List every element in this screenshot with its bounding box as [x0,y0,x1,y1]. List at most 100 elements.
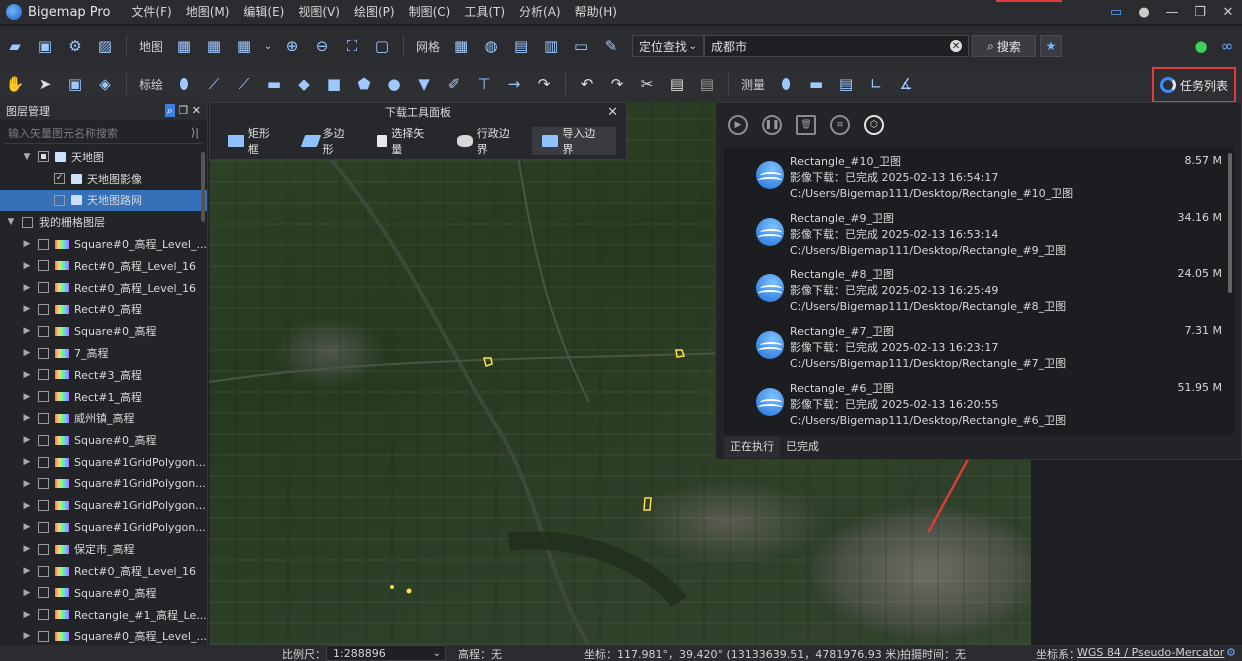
layer-checkbox[interactable] [38,456,49,468]
layer-row[interactable]: ✓ 天地图影像 [0,168,207,190]
favorite-button[interactable]: ★ [1040,35,1063,57]
scale-select[interactable]: 1:288896 ⌄ [326,645,446,661]
chevron-down-icon[interactable]: ▼ [20,152,34,162]
select-box-icon[interactable]: ▣ [64,73,86,95]
settings-gear-icon[interactable]: ⚙ [1226,646,1236,659]
chevron-right-icon[interactable]: ▶ [20,370,34,380]
admin-boundary-button[interactable]: 行政边界 [447,127,531,156]
rectangle-icon[interactable]: ▬ [263,73,285,95]
measure-point-icon[interactable]: ⬮ [775,73,797,95]
layer-checkbox[interactable] [38,325,49,337]
layer-checkbox[interactable] [38,369,49,381]
layer-checkbox[interactable] [38,303,49,315]
chevron-right-icon[interactable]: ▶ [20,501,34,511]
settings-icon[interactable]: ⬡ [864,115,884,135]
layer-checkbox[interactable] [54,194,65,206]
layer-checkbox[interactable] [38,630,49,642]
chat-icon[interactable]: ▭ [1102,5,1130,20]
menu-map[interactable]: 地图(M) [179,0,237,24]
menu-tools[interactable]: 工具(T) [457,0,512,24]
polygon-tool-button[interactable]: 多边形 [293,127,366,156]
chevron-right-icon[interactable]: ▶ [20,566,34,576]
funnel-icon[interactable]: ▼ [413,73,435,95]
measure-azimuth-icon[interactable]: ∡ [895,73,917,95]
chevron-right-icon[interactable]: ▶ [20,631,34,641]
search-input[interactable]: 成都市 ✕ [704,35,970,57]
zoom-out-icon[interactable]: ⊖ [311,35,333,57]
chevron-right-icon[interactable]: ▶ [20,261,34,271]
underline-edit-icon[interactable]: ✐ [443,73,465,95]
menu-analysis[interactable]: 分析(A) [512,0,568,24]
layer-row[interactable]: ▶ Square#0_高程 [0,582,207,604]
layer-row[interactable]: ▶ Square#0_高程_Level_... [0,233,207,255]
user-avatar-icon[interactable]: ● [1130,5,1158,20]
layer-checkbox[interactable] [38,521,49,533]
vr-icon[interactable]: ∞ [1216,35,1238,57]
tag-icon[interactable]: ◆ [293,73,315,95]
layer-row[interactable]: ▶ Rect#0_高程_Level_16 [0,560,207,582]
layer-row[interactable]: ▶ 威州镇_高程 [0,408,207,430]
chevron-down-icon[interactable]: ⌄ [263,35,273,57]
full-extent-icon[interactable]: ▢ [371,35,393,57]
layer-checkbox[interactable] [38,347,49,359]
layer-checkbox[interactable] [38,238,49,250]
curve-arrow-icon[interactable]: ↷ [533,73,555,95]
menu-edit[interactable]: 编辑(E) [236,0,291,24]
hand-pan-icon[interactable]: ✋ [4,73,26,95]
arrow-right-icon[interactable]: → [503,73,525,95]
import-boundary-button[interactable]: 导入边界 [532,127,617,156]
layer-row[interactable]: ▼ 天地图 [0,146,207,168]
layer-row[interactable]: ▶ Rect#0_高程_Level_16 [0,255,207,277]
task-list-button[interactable]: 任务列表 [1152,67,1236,103]
restore-icon[interactable]: ❐ [1186,5,1214,20]
layer-row[interactable]: ▶ Rectangle_#1_高程_Le... [0,604,207,626]
layer-row[interactable]: ▶ Rect#0_高程_Level_16 [0,277,207,299]
sheet-grid-icon[interactable]: ▥ [540,35,562,57]
layer-checkbox[interactable] [38,543,49,555]
locate-mode-select[interactable]: 定位查找 ⌄ [632,35,705,57]
layer-checkbox[interactable] [38,412,49,424]
layer-checkbox[interactable] [38,500,49,512]
layer-row[interactable]: ▶ Square#1GridPolygon... [0,495,207,517]
layer-row[interactable]: ▶ 7_高程 [0,342,207,364]
layer-row[interactable]: ▶ Rect#3_高程 [0,364,207,386]
wechat-icon[interactable]: ● [1190,35,1212,57]
chevron-right-icon[interactable]: ▶ [20,392,34,402]
layer-checkbox[interactable] [38,587,49,599]
globe-grid-icon[interactable]: ◍ [480,35,502,57]
layer-checkbox[interactable] [22,216,33,228]
menu-view[interactable]: 视图(V) [291,0,347,24]
clear-search-icon[interactable]: ✕ [950,40,963,52]
layer-row[interactable]: ▶ Square#1GridPolygon... [0,473,207,495]
layer-checkbox[interactable]: ✓ [54,173,65,185]
select-shape-icon[interactable]: ◈ [94,73,116,95]
map-source-icon[interactable]: ▦ [173,35,195,57]
text-box-icon[interactable]: ⊤ [473,73,495,95]
chevron-right-icon[interactable]: ▶ [20,544,34,554]
circle-icon[interactable]: ● [383,73,405,95]
layer-checkbox[interactable] [38,391,49,403]
layer-row[interactable]: ▶ Rect#1_高程 [0,386,207,408]
menu-draw[interactable]: 绘图(P) [347,0,402,24]
menu-file[interactable]: 文件(F) [124,0,178,24]
fit-extent-icon[interactable]: ⛶ [341,35,363,57]
map-mode-icon[interactable]: ▦ [233,35,255,57]
tab-completed[interactable]: 已完成 [780,436,825,458]
layer-checkbox[interactable] [38,434,49,446]
scissors-icon[interactable]: ✂ [636,73,658,95]
layer-row[interactable]: ▼ 我的栅格图层 [0,211,207,233]
pentagon-icon[interactable]: ⬟ [353,73,375,95]
rectangle-tool-button[interactable]: 矩形框 [218,127,291,156]
task-item[interactable]: Rectangle_#8_卫图 影像下载：已完成 2025-02-13 16:25… [724,260,1234,317]
list-icon[interactable]: ≡ [830,115,850,135]
search-icon[interactable]: ⌕ [164,104,175,117]
pause-icon[interactable]: ❚❚ [762,115,782,135]
km-grid-icon[interactable]: ▤ [510,35,532,57]
chevron-right-icon[interactable]: ▶ [20,610,34,620]
layer-row[interactable]: ▶ 保定市_高程 [0,538,207,560]
layer-row[interactable]: ▶ Square#1GridPolygon... [0,517,207,539]
chevron-right-icon[interactable]: ▶ [20,435,34,445]
close-icon[interactable]: ✕ [607,103,618,123]
chevron-right-icon[interactable]: ▶ [20,283,34,293]
open-folder-icon[interactable]: ▰ [4,35,26,57]
